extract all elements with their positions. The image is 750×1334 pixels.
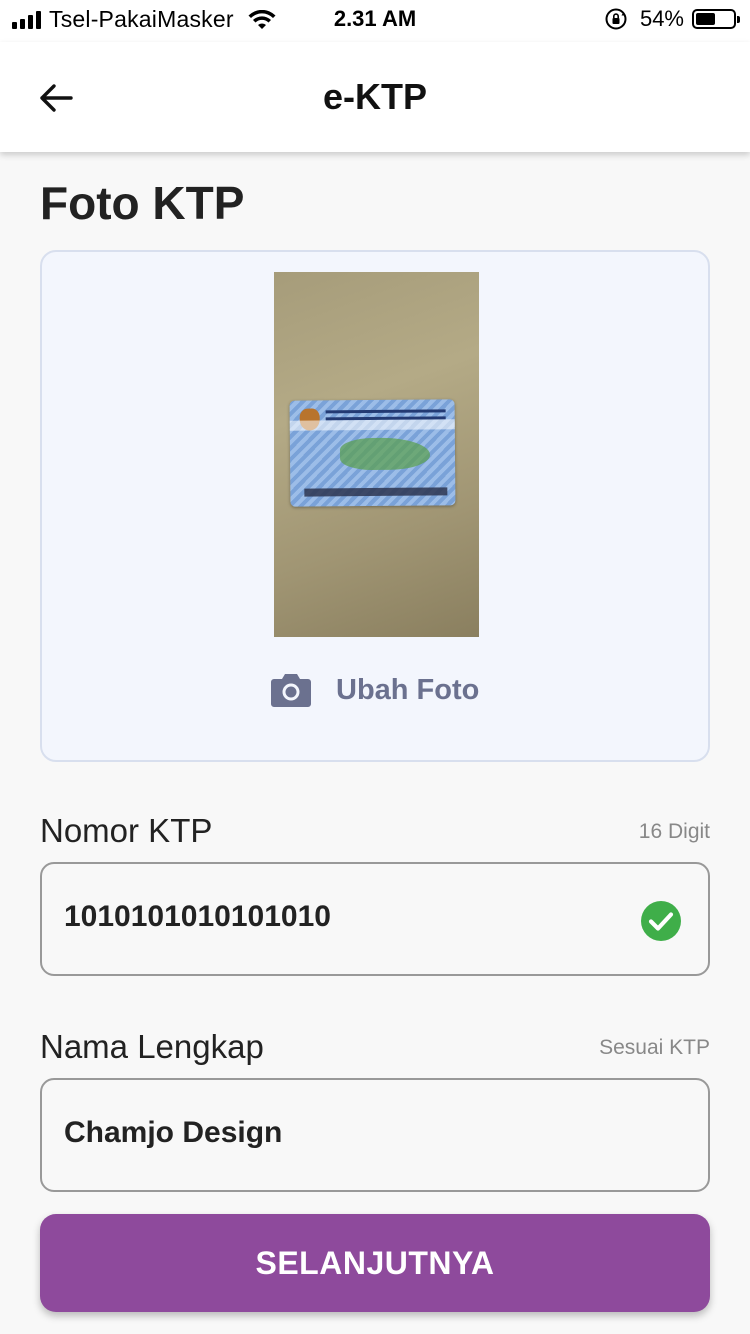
change-photo-label: Ubah Foto	[336, 673, 480, 706]
app-bar: e-KTP	[0, 42, 750, 152]
next-button[interactable]: SELANJUTNYA	[40, 1214, 710, 1312]
camera-icon	[271, 674, 311, 707]
status-right: 54%	[604, 6, 740, 32]
next-button-label: SELANJUTNYA	[255, 1244, 495, 1281]
battery-percent: 54%	[639, 6, 684, 31]
rotation-lock-icon	[605, 8, 627, 30]
nomor-ktp-input[interactable]: 1010101010101010	[40, 862, 710, 976]
page-title: e-KTP	[322, 76, 427, 117]
nama-lengkap-label: Nama Lengkap	[40, 1028, 264, 1065]
change-photo-button[interactable]: Ubah Foto	[270, 672, 479, 708]
ktp-card-image	[289, 399, 456, 507]
status-bar: Tsel-PakaiMasker 2.31 AM 54%	[0, 0, 750, 42]
ktp-photo-card: Ubah Foto	[40, 250, 710, 762]
nama-lengkap-hint: Sesuai KTP	[599, 1036, 710, 1059]
nomor-ktp-hint: 16 Digit	[638, 820, 710, 843]
nama-lengkap-value: Chamjo Design	[64, 1116, 283, 1149]
battery-icon	[692, 9, 740, 29]
nomor-ktp-value: 1010101010101010	[64, 900, 331, 933]
ktp-photo-preview	[274, 272, 479, 637]
nama-lengkap-input[interactable]: Chamjo Design	[40, 1078, 710, 1192]
section-title-foto-ktp: Foto KTP	[40, 177, 245, 229]
check-circle-icon	[641, 901, 681, 941]
nomor-ktp-label: Nomor KTP	[40, 812, 213, 849]
